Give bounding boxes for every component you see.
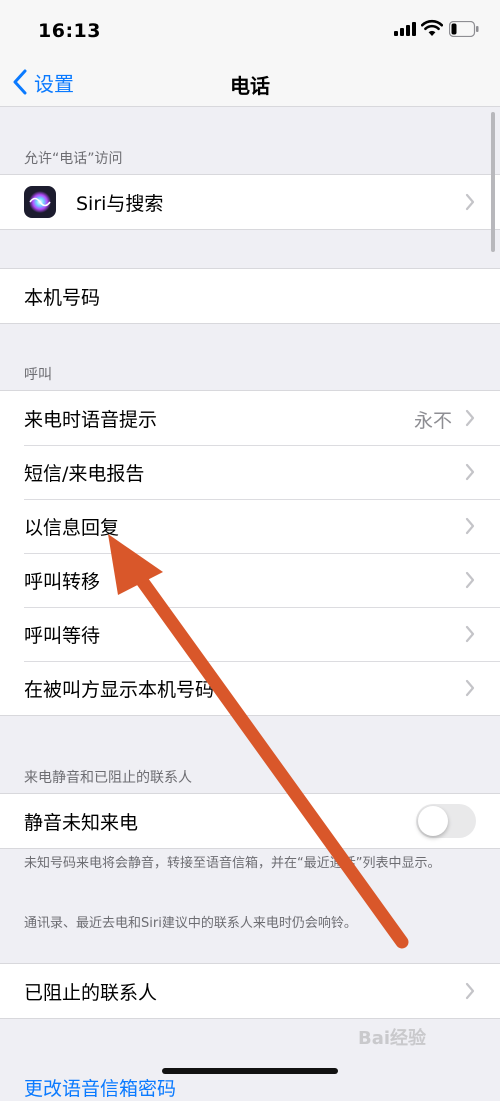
scrollbar[interactable] (491, 112, 495, 252)
change-voicemail-password-link[interactable]: 更改语音信箱密码 (24, 1074, 176, 1101)
section-header-silence: 来电静音和已阻止的联系人 (24, 770, 192, 786)
signal-icon (394, 22, 416, 36)
chevron-right-icon (465, 625, 475, 643)
section-header-allow-access: 允许“电话”访问 (24, 151, 123, 167)
back-button-label: 设置 (34, 71, 74, 96)
respond-with-text-row[interactable]: 以信息回复 (0, 499, 500, 553)
status-time: 16:13 (38, 20, 101, 42)
chevron-left-icon (13, 69, 27, 95)
navigation-bar: 电话 设置 (0, 60, 500, 107)
contacts-ring-note: 通讯录、最近去电和Siri建议中的联系人来电时仍会响铃。 (24, 916, 357, 931)
battery-icon (449, 21, 479, 37)
my-number-row[interactable]: 本机号码 (0, 269, 500, 323)
section-header-calls: 呼叫 (24, 367, 52, 383)
announce-calls-row[interactable]: 来电时语音提示 永不 (0, 391, 500, 445)
call-waiting-label: 呼叫等待 (24, 624, 101, 647)
siri-search-row[interactable]: Siri与搜索 (0, 175, 500, 229)
chevron-right-icon (465, 982, 475, 1000)
chevron-right-icon (465, 517, 475, 535)
blocked-contacts-label: 已阻止的联系人 (24, 981, 158, 1004)
show-caller-id-label: 在被叫方显示本机号码 (24, 678, 215, 701)
silence-unknown-callers-row: 静音未知来电 (0, 794, 500, 848)
status-bar: 16:13 (0, 0, 500, 60)
my-number-group: 本机号码 (0, 268, 500, 324)
siri-search-label: Siri与搜索 (76, 192, 164, 215)
silence-unknown-callers-toggle[interactable] (416, 804, 476, 838)
announce-calls-label: 来电时语音提示 (24, 408, 158, 431)
call-forwarding-label: 呼叫转移 (24, 570, 101, 593)
my-number-label: 本机号码 (24, 286, 101, 309)
sms-call-reporting-label: 短信/来电报告 (24, 462, 145, 485)
call-waiting-row[interactable]: 呼叫等待 (0, 607, 500, 661)
blocked-group: 已阻止的联系人 (0, 963, 500, 1019)
announce-calls-value: 永不 (413, 410, 452, 432)
allow-access-group: Siri与搜索 (0, 174, 500, 230)
call-forwarding-row[interactable]: 呼叫转移 (0, 553, 500, 607)
blocked-contacts-row[interactable]: 已阻止的联系人 (0, 964, 500, 1018)
show-caller-id-row[interactable]: 在被叫方显示本机号码 (0, 661, 500, 715)
chevron-right-icon (465, 463, 475, 481)
chevron-right-icon (465, 193, 475, 211)
chevron-right-icon (465, 409, 475, 427)
chevron-right-icon (465, 571, 475, 589)
home-indicator[interactable] (162, 1068, 338, 1074)
respond-with-text-label: 以信息回复 (24, 516, 120, 539)
silence-group: 静音未知来电 (0, 793, 500, 849)
back-button[interactable]: 设置 (12, 68, 74, 96)
chevron-right-icon (465, 679, 475, 697)
page-title: 电话 (230, 74, 270, 98)
sms-call-reporting-row[interactable]: 短信/来电报告 (0, 445, 500, 499)
siri-icon (24, 186, 56, 218)
calls-group: 来电时语音提示 永不 短信/来电报告 以信息回复 呼叫转移 呼叫等待 在被叫方显… (0, 390, 500, 716)
watermark-logo: Bai经验 (358, 1028, 427, 1049)
silence-unknown-callers-label: 静音未知来电 (24, 811, 139, 834)
wifi-icon (421, 19, 443, 36)
silence-note: 未知号码来电将会静音，转接至语音信箱，并在“最近通话”列表中显示。 (24, 856, 441, 871)
toggle-knob (418, 806, 448, 836)
